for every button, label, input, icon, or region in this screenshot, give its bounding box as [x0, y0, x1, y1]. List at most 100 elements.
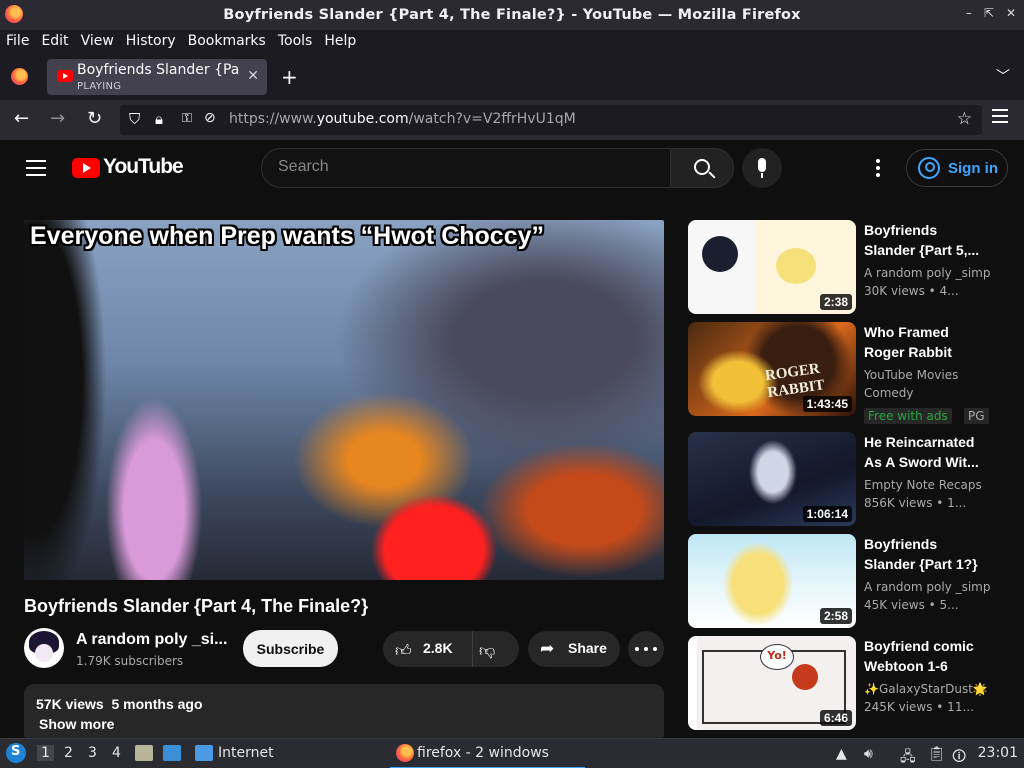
recommendation-channel[interactable]: ✨GalaxyStarDust🌟: [864, 682, 988, 696]
recommendation-item[interactable]: 2:38 Boyfriends Slander {Part 5,... A ra…: [688, 220, 1018, 314]
menu-history[interactable]: History: [126, 33, 176, 49]
youtube-wordmark[interactable]: YouTube: [103, 155, 184, 179]
thumbs-down-icon: 👎︎: [479, 641, 496, 660]
clipboard-icon[interactable]: 📋︎: [928, 746, 946, 762]
guide-menu-icon[interactable]: [26, 160, 46, 181]
like-count: 2.8K: [423, 640, 453, 656]
recommendation-title[interactable]: Boyfriends Slander {Part 1?}: [864, 534, 984, 574]
subscribe-button[interactable]: Subscribe: [243, 630, 338, 667]
search-input[interactable]: [278, 158, 658, 176]
notification-icon[interactable]: 🛈: [952, 746, 966, 768]
like-dislike-group: 👍︎ 2.8K 👎︎: [383, 631, 519, 667]
youtube-logo-icon[interactable]: [72, 158, 100, 178]
menu-tools[interactable]: Tools: [278, 33, 313, 49]
speech-bubble-text: Yo!: [760, 644, 794, 670]
more-actions-button[interactable]: [628, 631, 664, 667]
menu-bookmarks[interactable]: Bookmarks: [188, 33, 266, 49]
task-label: firefox - 2 windows: [417, 745, 549, 761]
recommendation-item[interactable]: 2:58 Boyfriends Slander {Part 1?} A rand…: [688, 534, 1018, 628]
recommendation-meta: 856K views • 1...: [864, 496, 967, 510]
internet-launcher[interactable]: Internet: [218, 745, 274, 761]
menu-edit[interactable]: Edit: [41, 33, 68, 49]
user-circle-icon: [918, 157, 940, 179]
voice-search-mic-icon[interactable]: [742, 148, 782, 188]
recommendation-item[interactable]: 1:06:14 He Reincarnated As A Sword Wit..…: [688, 432, 1018, 526]
settings-more-icon[interactable]: [876, 159, 880, 180]
firefox-logo-icon: [5, 5, 23, 23]
recommendation-thumbnail[interactable]: 2:58: [688, 534, 856, 628]
workspace-2[interactable]: 2: [64, 745, 73, 761]
channel-name[interactable]: A random poly _si...: [76, 631, 227, 649]
permissions-key-icon[interactable]: ⚿: [182, 111, 192, 126]
workspace-4[interactable]: 4: [112, 745, 121, 761]
start-menu-icon[interactable]: [6, 743, 26, 763]
recommendation-thumbnail[interactable]: Yo! 6:46: [688, 636, 856, 730]
bookmark-star-icon[interactable]: ☆: [957, 109, 972, 129]
minimize-button[interactable]: –: [966, 6, 972, 20]
recommendation-title[interactable]: Who Framed Roger Rabbit: [864, 322, 984, 362]
like-button[interactable]: 👍︎ 2.8K: [383, 631, 473, 667]
file-manager-icon[interactable]: [135, 745, 153, 761]
description-box[interactable]: 57K views 5 months ago Show more: [24, 684, 664, 744]
network-icon[interactable]: 🖧: [900, 746, 916, 768]
share-button[interactable]: ➦ Share: [528, 631, 620, 667]
tab-close-icon[interactable]: ✕: [247, 68, 259, 84]
tracking-shield-icon[interactable]: ⛉: [129, 110, 140, 128]
forward-arrow-icon[interactable]: →: [50, 108, 65, 129]
video-player[interactable]: Everyone when Prep wants “Hwot Choccy”: [24, 220, 664, 580]
lock-icon[interactable]: 🔒︎: [155, 110, 163, 128]
volume-icon[interactable]: 🔊︎: [864, 746, 873, 762]
recommendation-item[interactable]: Yo! 6:46 Boyfriend comic Webtoon 1-6 ✨Ga…: [688, 636, 1018, 730]
video-caption-overlay: Everyone when Prep wants “Hwot Choccy”: [30, 222, 545, 250]
window-titlebar: Boyfriends Slander {Part 4, The Finale?}…: [0, 0, 1024, 30]
app-menu-icon[interactable]: [992, 109, 1008, 127]
show-desktop-icon[interactable]: [163, 745, 181, 761]
firefox-task-icon: [396, 744, 414, 762]
search-box[interactable]: [261, 148, 671, 188]
duration-badge: 2:38: [819, 294, 852, 310]
tab-list-chevron-icon[interactable]: ﹀: [996, 66, 1010, 86]
menu-help[interactable]: Help: [324, 33, 356, 49]
recommendation-item[interactable]: ROGER RABBIT 1:43:45 Who Framed Roger Ra…: [688, 322, 1018, 426]
recommendation-meta: 245K views • 11...: [864, 700, 974, 714]
recommendation-thumbnail[interactable]: 2:38: [688, 220, 856, 314]
workspace-1[interactable]: 1: [37, 745, 54, 761]
recommendation-channel[interactable]: A random poly _simp: [864, 266, 990, 280]
menu-view[interactable]: View: [81, 33, 114, 49]
sign-in-button[interactable]: Sign in: [906, 149, 1008, 187]
video-title: Boyfriends Slander {Part 4, The Finale?}: [24, 596, 369, 616]
duration-badge: 1:06:14: [802, 506, 852, 522]
search-button[interactable]: [670, 148, 734, 188]
recommendation-title[interactable]: Boyfriends Slander {Part 5,...: [864, 220, 984, 260]
free-with-ads-badge: Free with ads: [864, 408, 952, 424]
youtube-favicon-icon: [57, 70, 73, 82]
maximize-button[interactable]: ⇱: [984, 6, 994, 20]
autoplay-blocked-icon[interactable]: ⊘: [204, 110, 216, 126]
url-text[interactable]: https://www.youtube.com/watch?v=V2ffrHvU…: [229, 111, 576, 127]
recommendation-title[interactable]: Boyfriend comic Webtoon 1-6: [864, 636, 984, 676]
menu-bar: File Edit View History Bookmarks Tools H…: [0, 30, 1024, 52]
firefox-view-icon[interactable]: [11, 68, 28, 85]
dislike-button[interactable]: 👎︎: [479, 641, 495, 661]
firefox-task-button[interactable]: firefox - 2 windows: [390, 739, 585, 768]
recommendation-thumbnail[interactable]: ROGER RABBIT 1:43:45: [688, 322, 856, 416]
clock[interactable]: 23:01: [978, 745, 1018, 761]
workspace-3[interactable]: 3: [88, 745, 97, 761]
recommendation-title[interactable]: He Reincarnated As A Sword Wit...: [864, 432, 984, 472]
recommendation-channel[interactable]: YouTube Movies: [864, 368, 958, 382]
close-window-button[interactable]: ✕: [1006, 6, 1016, 20]
new-tab-icon[interactable]: +: [281, 65, 298, 89]
back-arrow-icon[interactable]: ←: [14, 108, 29, 129]
tab-active[interactable]: Boyfriends Slander {Part 4, The Finale?}…: [47, 59, 267, 95]
recommendation-channel[interactable]: A random poly _simp: [864, 580, 990, 594]
recommendation-channel[interactable]: Empty Note Recaps: [864, 478, 982, 492]
tab-strip: Boyfriends Slander {Part 4, The Finale?}…: [0, 52, 1024, 100]
menu-file[interactable]: File: [6, 33, 29, 49]
show-more-button[interactable]: Show more: [39, 716, 114, 732]
recommendation-thumbnail[interactable]: 1:06:14: [688, 432, 856, 526]
url-bar[interactable]: ⛉ 🔒︎ ⚿ ⊘ https://www.youtube.com/watch?v…: [120, 105, 982, 135]
channel-avatar[interactable]: [24, 628, 64, 668]
tray-up-arrow-icon[interactable]: ▲: [836, 746, 847, 762]
reload-icon[interactable]: ↻: [87, 108, 102, 129]
folder-icon[interactable]: [195, 745, 213, 761]
